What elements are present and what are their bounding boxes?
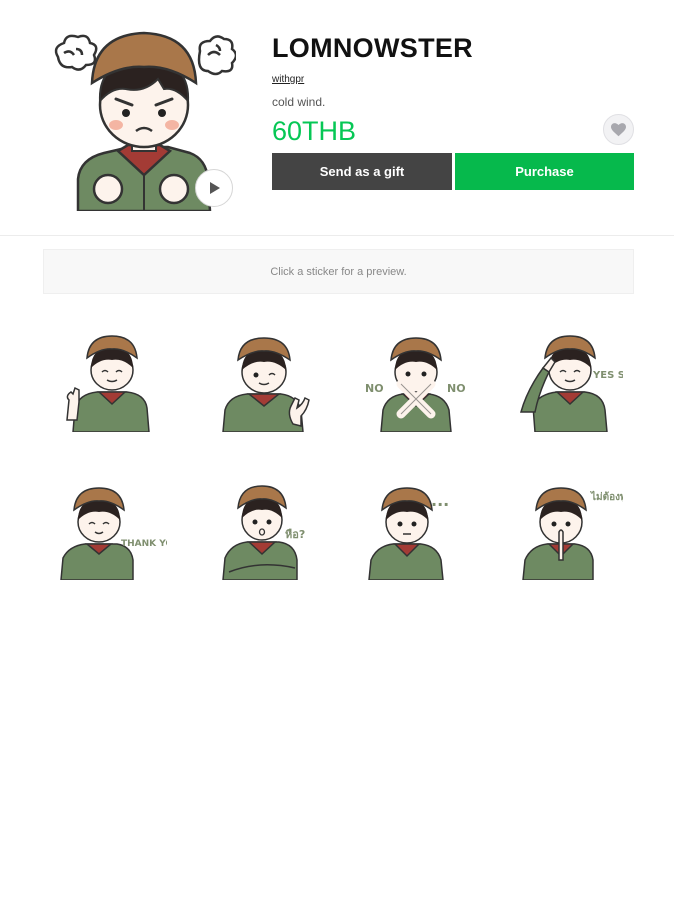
product-price: 60THB bbox=[272, 116, 357, 146]
sticker-image-6: หือ? bbox=[222, 485, 305, 580]
price-row: 60THB bbox=[272, 113, 634, 151]
sticker-text-6: หือ? bbox=[285, 528, 305, 541]
play-animation-button[interactable] bbox=[195, 169, 233, 207]
sticker-item-3[interactable]: NO NO bbox=[347, 322, 499, 470]
sticker-text-5: THANK YOU! bbox=[121, 539, 167, 549]
steam-puff-right bbox=[197, 35, 238, 76]
sticker-grid: NO NO YES SIR! THANK YOU! bbox=[43, 322, 651, 618]
wishlist-button[interactable] bbox=[603, 114, 634, 145]
sticker-text-3b: NO bbox=[447, 382, 466, 395]
sticker-item-5[interactable]: THANK YOU! bbox=[43, 470, 195, 618]
sticker-item-6[interactable]: หือ? bbox=[195, 470, 347, 618]
product-header: LOMNOWSTER withgpr cold wind. 60THB Send… bbox=[0, 0, 674, 236]
sticker-text-7: ... bbox=[431, 491, 449, 510]
sticker-item-7[interactable]: ... bbox=[347, 470, 499, 618]
play-icon bbox=[210, 182, 220, 194]
sticker-image-4: YES SIR! bbox=[520, 335, 623, 432]
preview-hint-box: Click a sticker for a preview. bbox=[43, 249, 634, 294]
heart-icon bbox=[611, 122, 626, 136]
send-as-gift-button[interactable]: Send as a gift bbox=[272, 153, 452, 190]
sticker-image-5: THANK YOU! bbox=[60, 487, 167, 580]
sticker-item-1[interactable] bbox=[43, 322, 195, 470]
sticker-image-8: ไม่ต้องพูด bbox=[522, 487, 623, 580]
product-info: LOMNOWSTER withgpr cold wind. 60THB Send… bbox=[272, 30, 634, 190]
product-description: cold wind. bbox=[272, 95, 326, 109]
sticker-image-1 bbox=[66, 335, 150, 432]
sticker-text-4: YES SIR! bbox=[592, 370, 623, 381]
purchase-button[interactable]: Purchase bbox=[455, 153, 634, 190]
sticker-text-3a: NO bbox=[365, 382, 384, 395]
sticker-text-8: ไม่ต้องพูด bbox=[590, 490, 623, 504]
steam-puff-left bbox=[54, 34, 98, 71]
action-buttons: Send as a gift Purchase bbox=[272, 153, 634, 190]
sticker-item-8[interactable]: ไม่ต้องพูด bbox=[499, 470, 651, 618]
sticker-item-2[interactable] bbox=[195, 322, 347, 470]
sticker-image-7: ... bbox=[368, 487, 449, 580]
preview-hint-text: Click a sticker for a preview. bbox=[270, 265, 407, 278]
sticker-image-3: NO NO bbox=[365, 337, 466, 432]
author-link[interactable]: withgpr bbox=[272, 74, 304, 85]
sticker-item-4[interactable]: YES SIR! bbox=[499, 322, 651, 470]
sticker-image-2 bbox=[222, 337, 310, 432]
product-title: LOMNOWSTER bbox=[272, 33, 473, 63]
